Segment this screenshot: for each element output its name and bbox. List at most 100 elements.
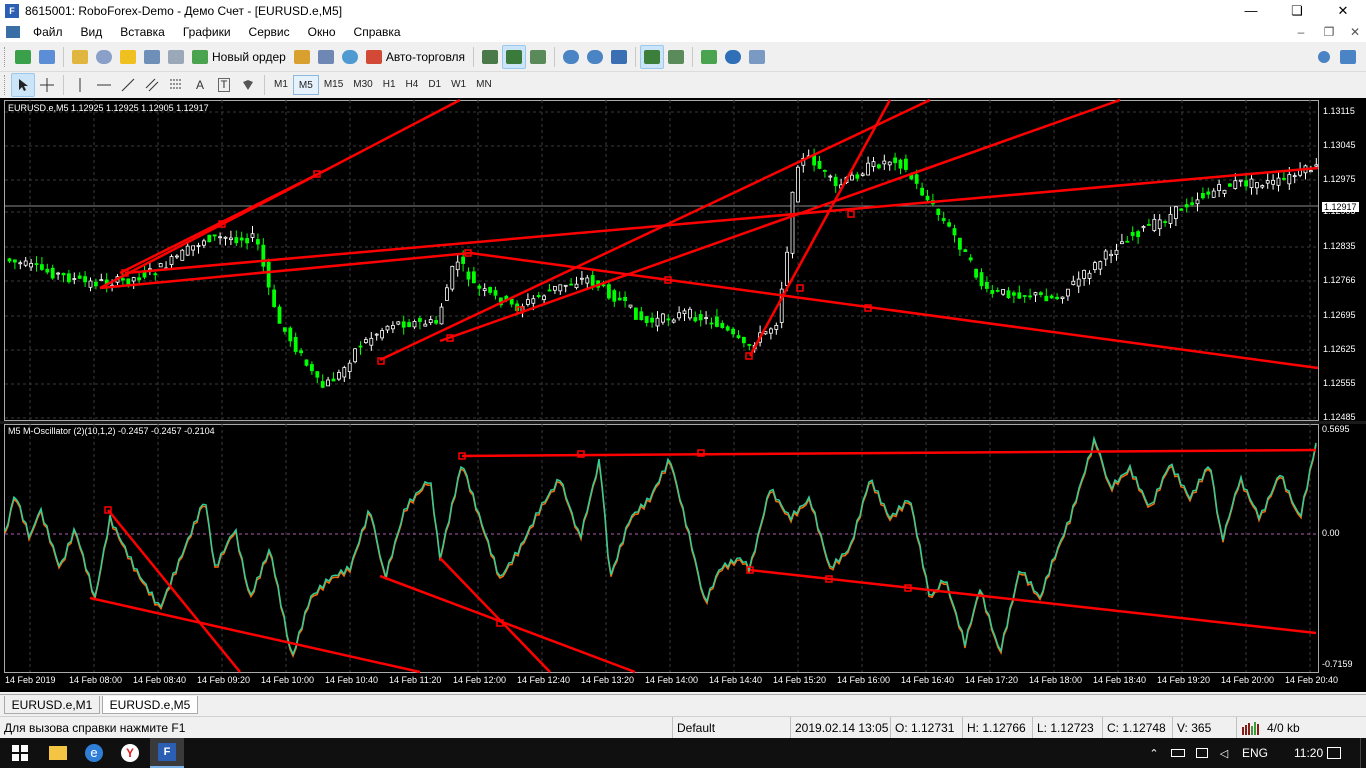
close-button[interactable]: ✕ [1320,0,1366,22]
zoom-out-button[interactable] [583,45,607,69]
timeframe-m30[interactable]: M30 [348,75,377,95]
candle-body [823,170,827,172]
text-label-button[interactable]: T [212,73,236,97]
timeframe-mn[interactable]: MN [471,75,497,95]
signals-button[interactable] [314,45,338,69]
candle-body [704,317,708,320]
fibonacci-button[interactable] [164,73,188,97]
shapes-button[interactable] [236,73,260,97]
chart-shift-button[interactable] [664,45,688,69]
candle-body [731,328,735,335]
battery-tray[interactable] [1168,738,1188,768]
candle-body [974,268,978,278]
connection-bars-icon [1242,722,1259,735]
minimize-button[interactable]: — [1228,0,1274,22]
zoom-in-button[interactable] [559,45,583,69]
price-tick-label: 1.13115 [1323,106,1355,116]
volume-tray[interactable]: ◁ [1214,738,1234,768]
vertical-line-button[interactable] [68,73,92,97]
channel-button[interactable] [140,73,164,97]
candle-body [1141,226,1146,229]
tab-eurusd-m5[interactable]: EURUSD.e,M5 [102,696,198,714]
clock[interactable]: 11:20 [1294,738,1323,768]
language-indicator[interactable]: ENG [1242,738,1268,768]
candle-body [1174,206,1178,219]
tile-windows-button[interactable] [607,45,631,69]
editor-icon [293,49,310,64]
menu-charts[interactable]: Графики [174,22,240,42]
candle-body [72,278,77,280]
terminal-button[interactable] [140,45,164,69]
tray-chevron[interactable]: ⌃ [1144,738,1164,768]
tab-eurusd-m1[interactable]: EURUSD.e,M1 [4,696,100,714]
horizontal-line-button[interactable] [92,73,116,97]
separator [63,75,64,95]
timeframe-d1[interactable]: D1 [423,75,446,95]
candle-body [871,161,876,167]
timeframe-m5[interactable]: M5 [292,75,319,95]
candle-body [1060,296,1065,300]
windows-icon [12,745,28,761]
candle-body [1195,199,1200,205]
menu-tools[interactable]: Сервис [240,22,299,42]
meta-editor-button[interactable] [290,45,314,69]
start-button[interactable] [0,738,40,768]
trendline-button[interactable] [116,73,140,97]
chart-canvas[interactable] [0,98,1366,692]
metatrader-taskbar-button[interactable]: F [150,738,184,768]
candle-body [1287,174,1292,185]
new-chart-button[interactable] [11,45,35,69]
new-order-button[interactable]: Новый ордер [188,45,290,69]
candle-body [320,381,325,388]
show-desktop-button[interactable] [1360,738,1366,768]
menu-file[interactable]: Файл [24,22,72,42]
candle-body [261,244,266,267]
oscillator-tick-label: 0.5695 [1322,424,1350,434]
cursor-button[interactable] [11,73,35,97]
edge-button[interactable]: e [78,738,110,768]
candlestick-button[interactable] [502,44,527,69]
bar-chart-button[interactable] [478,45,502,69]
candle-body [1255,182,1259,189]
new-order-icon [192,49,208,64]
navigator-button[interactable] [92,45,116,69]
line-chart-button[interactable] [526,45,550,69]
menu-view[interactable]: Вид [72,22,112,42]
autotrading-button[interactable]: Авто-торговля [362,45,469,69]
yandex-button[interactable]: Y [114,738,146,768]
menu-insert[interactable]: Вставка [111,22,174,42]
indicators-button[interactable] [697,45,721,69]
chart-restore-button[interactable]: ❐ [1318,22,1340,42]
menu-help[interactable]: Справка [345,22,410,42]
timeframe-h1[interactable]: H1 [378,75,401,95]
timeframe-m1[interactable]: M1 [269,75,293,95]
crosshair-button[interactable] [35,73,59,97]
timeframe-m15[interactable]: M15 [319,75,348,95]
network-tray[interactable] [1192,738,1212,768]
maximize-button[interactable]: ❏ [1274,0,1320,22]
profiles-button[interactable] [35,45,59,69]
vps-button[interactable] [338,45,362,69]
chart-minimize-button[interactable]: – [1290,22,1312,42]
autoscroll-button[interactable] [640,44,665,69]
market-watch-button[interactable] [68,45,92,69]
favorites-button[interactable] [116,45,140,69]
candle-body [390,325,395,330]
periods-button[interactable] [721,45,745,69]
candle-body [7,258,12,262]
chart-area[interactable]: EURUSD.e,M5 1.12925 1.12925 1.12905 1.12… [0,98,1366,692]
candle-body [450,265,455,290]
timeframe-w1[interactable]: W1 [446,75,471,95]
candle-body [363,339,368,344]
candle-body [347,362,352,372]
tester-button[interactable] [164,45,188,69]
chart-close-button[interactable]: ✕ [1344,22,1366,42]
search-button[interactable] [1312,45,1336,69]
menu-window[interactable]: Окно [299,22,345,42]
timeframe-h4[interactable]: H4 [401,75,424,95]
file-explorer-button[interactable] [42,738,74,768]
chat-button[interactable] [1336,45,1360,69]
templates-button[interactable] [745,45,769,69]
notifications-button[interactable] [1322,738,1346,768]
text-button[interactable]: A [188,73,212,97]
